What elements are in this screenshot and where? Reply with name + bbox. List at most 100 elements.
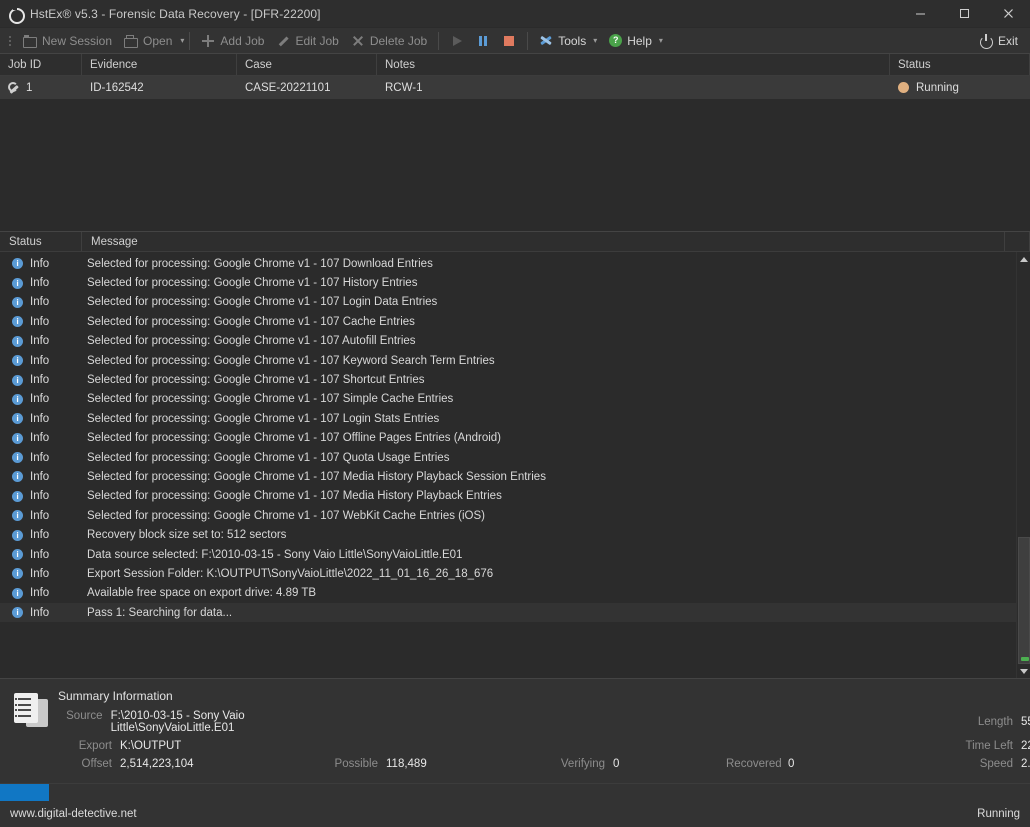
tools-menu[interactable]: Tools ▾ — [533, 30, 603, 52]
log-row[interactable]: i Info Selected for processing: Google Chr… — [0, 332, 1016, 351]
log-status-label: Info — [30, 432, 50, 445]
job-id-value: 1 — [26, 81, 33, 94]
offset-label: Offset — [81, 758, 112, 770]
export-label: Export — [78, 740, 112, 752]
log-status-label: Info — [30, 354, 50, 367]
job-grid-header: Job ID Evidence Case Notes Status — [0, 54, 1030, 76]
scroll-down-arrow-icon[interactable] — [1017, 664, 1030, 678]
possible-label: Possible — [334, 758, 378, 770]
log-row[interactable]: i Info Pass 1: Searching for data... — [0, 603, 1016, 623]
log-row[interactable]: i Info Export Session Folder: K:\OUTPUT\So… — [0, 564, 1016, 583]
edit-job-button[interactable]: Edit Job — [270, 30, 344, 52]
help-label: Help — [627, 33, 652, 48]
verifying-value: 0 — [613, 758, 620, 770]
log-row[interactable]: i Info Selected for processing: Google Chr… — [0, 487, 1016, 506]
log-row[interactable]: i Info Selected for processing: Google Chr… — [0, 467, 1016, 486]
maximize-button[interactable] — [942, 0, 986, 28]
log-column-header-status[interactable]: Status — [0, 232, 82, 251]
log-row[interactable]: i Info Selected for processing: Google Chr… — [0, 448, 1016, 467]
info-icon: i — [12, 490, 23, 502]
pause-button[interactable] — [470, 30, 496, 52]
log-row-status: i Info — [0, 490, 82, 502]
exit-button[interactable]: Exit — [979, 33, 1024, 49]
scrollbar-thumb[interactable] — [1017, 537, 1030, 664]
log-row[interactable]: i Info Selected for processing: Google Chr… — [0, 312, 1016, 331]
log-status-label: Info — [30, 257, 50, 270]
column-header-case[interactable]: Case — [237, 54, 377, 75]
toolbar-separator-3 — [527, 31, 529, 50]
log-row-status: i Info — [0, 452, 82, 464]
tools-caret-icon: ▾ — [593, 36, 598, 45]
log-row[interactable]: i Info Selected for processing: Google Chr… — [0, 351, 1016, 370]
cell-case: CASE-20221101 — [245, 81, 331, 94]
log-row[interactable]: i Info Data source selected: F:\2010-03-15… — [0, 545, 1016, 564]
window-controls — [898, 0, 1030, 28]
column-header-status[interactable]: Status — [890, 54, 1030, 75]
log-row-status: i Info — [0, 568, 82, 580]
add-job-button[interactable]: Add Job — [195, 30, 270, 52]
website-link[interactable]: www.digital-detective.net — [10, 808, 137, 820]
log-status-label: Info — [30, 315, 50, 328]
tools-label: Tools — [558, 33, 587, 48]
toolbar-grip[interactable] — [6, 33, 14, 49]
log-row[interactable]: i Info Selected for processing: Google Chr… — [0, 506, 1016, 525]
log-column-header-extra[interactable] — [1005, 232, 1030, 251]
help-menu[interactable]: ? Help ▾ — [603, 30, 669, 52]
log-row-status: i Info — [0, 510, 82, 522]
open-button[interactable]: Open — [118, 30, 178, 52]
scroll-up-arrow-icon[interactable] — [1017, 252, 1030, 266]
log-row[interactable]: i Info Selected for processing: Google Chr… — [0, 429, 1016, 448]
log-row-status: i Info — [0, 316, 82, 328]
log-status-label: Info — [30, 470, 50, 483]
log-row[interactable]: i Info Recovery block size set to: 512 sec… — [0, 525, 1016, 544]
scrollbar-track[interactable] — [1017, 266, 1030, 664]
log-row[interactable]: i Info Selected for processing: Google Chr… — [0, 370, 1016, 389]
log-row[interactable]: i Info Selected for processing: Google Chr… — [0, 390, 1016, 409]
log-row-status: i Info — [0, 393, 82, 405]
minimize-button[interactable] — [898, 0, 942, 28]
log-column-header-message[interactable]: Message — [82, 232, 1005, 251]
log-row-message: Selected for processing: Google Chrome v… — [87, 374, 425, 387]
column-header-job-id[interactable]: Job ID — [0, 54, 82, 75]
status-indicator-icon — [898, 82, 909, 93]
log-row[interactable]: i Info Selected for processing: Google Chr… — [0, 254, 1016, 273]
speed-value: 2.36 GB/Minute — [1021, 758, 1030, 770]
log-row-message: Selected for processing: Google Chrome v… — [87, 277, 418, 290]
log-row-message: Pass 1: Searching for data... — [87, 606, 233, 619]
column-header-notes[interactable]: Notes — [377, 54, 890, 75]
time-left-label: Time Left — [965, 740, 1013, 752]
log-row[interactable]: i Info Selected for processing: Google Chr… — [0, 293, 1016, 312]
stop-button[interactable] — [496, 30, 522, 52]
log-row-message: Selected for processing: Google Chrome v… — [87, 432, 501, 445]
info-icon: i — [12, 316, 23, 328]
status-bar: www.digital-detective.net Running — [0, 801, 1030, 827]
info-icon: i — [12, 432, 23, 444]
log-row-status: i Info — [0, 432, 82, 444]
log-row[interactable]: i Info Available free space on export driv… — [0, 584, 1016, 603]
table-row[interactable]: 1 ID-162542 CASE-20221101 RCW-1 Running — [0, 76, 1030, 99]
open-dropdown-caret-icon[interactable]: ▾ — [180, 36, 184, 45]
log-scrollbar[interactable] — [1016, 252, 1030, 678]
log-row[interactable]: i Info Selected for processing: Google Chr… — [0, 409, 1016, 428]
add-job-label: Add Job — [220, 33, 265, 48]
close-button[interactable] — [986, 0, 1030, 28]
info-icon: i — [12, 510, 23, 522]
start-button[interactable] — [444, 30, 470, 52]
log-row-status: i Info — [0, 355, 82, 367]
exit-label: Exit — [997, 33, 1018, 48]
log-row-message: Selected for processing: Google Chrome v… — [87, 335, 416, 348]
play-icon — [450, 34, 464, 48]
info-icon: i — [12, 471, 23, 483]
log-status-label: Info — [30, 490, 50, 503]
delete-job-button[interactable]: Delete Job — [345, 30, 433, 52]
export-value: K:\OUTPUT — [120, 740, 182, 752]
log-row[interactable]: i Info Selected for processing: Google Chr… — [0, 273, 1016, 292]
summary-title: Summary Information — [58, 689, 173, 703]
column-header-evidence[interactable]: Evidence — [82, 54, 237, 75]
time-left-value: 22 Minutes, 39 Seconds — [1021, 740, 1030, 752]
pause-icon — [476, 34, 490, 48]
new-session-button[interactable]: New Session — [17, 30, 118, 52]
pencil-icon — [276, 34, 290, 48]
toolbar-separator-2 — [438, 31, 440, 50]
log-row-status: i Info — [0, 296, 82, 308]
